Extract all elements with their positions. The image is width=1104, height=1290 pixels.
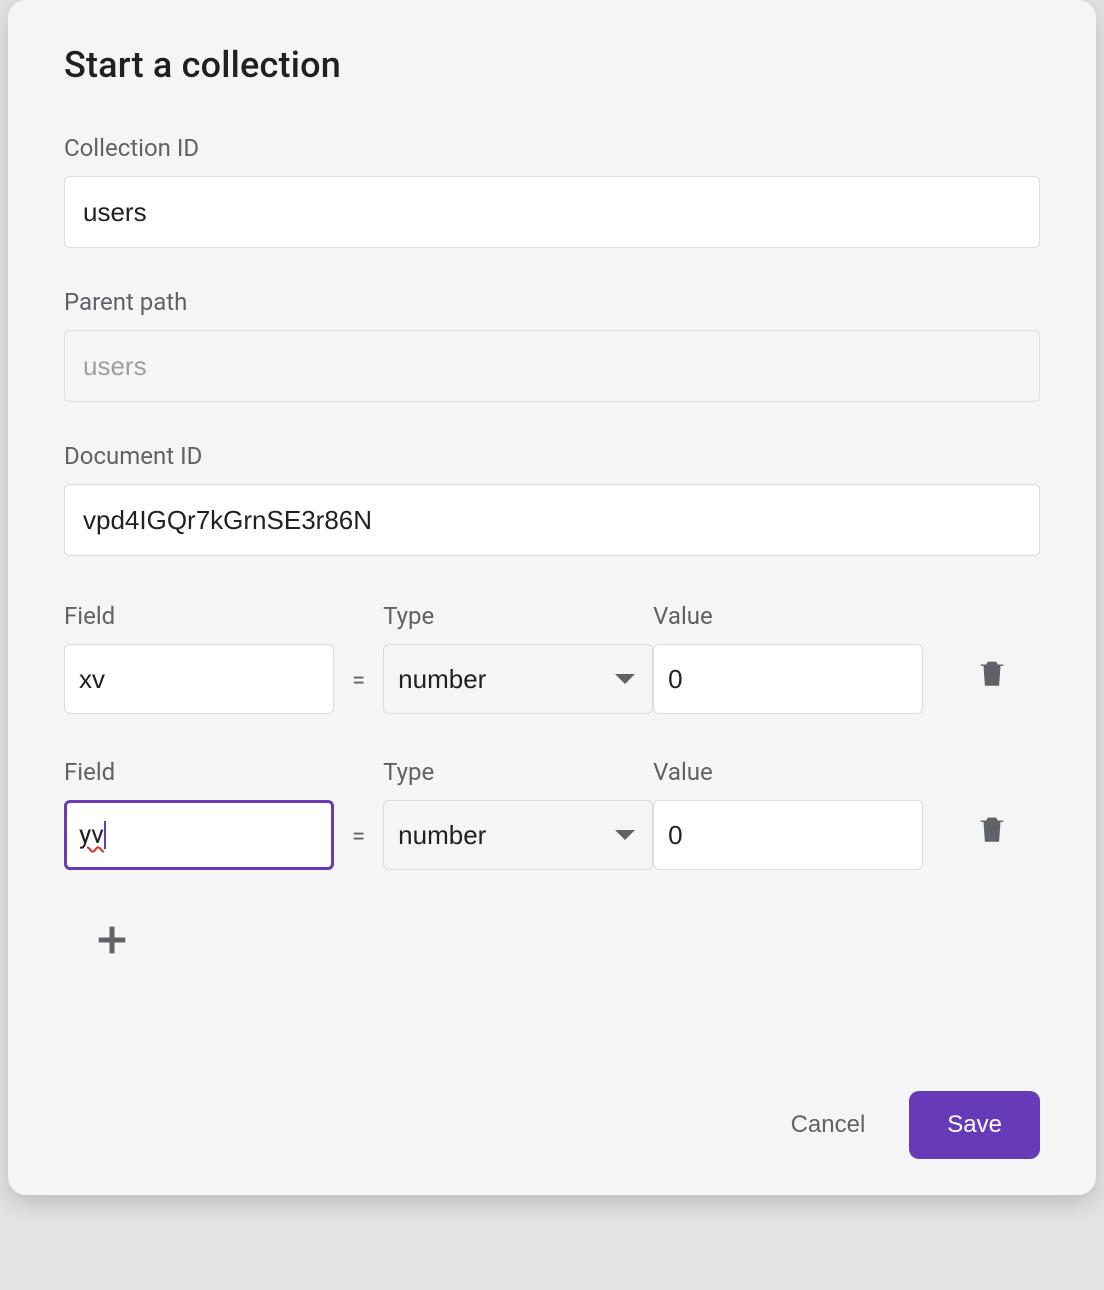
value-label: Value (653, 758, 923, 786)
equals-sign: = (334, 666, 383, 714)
field-value-input[interactable] (653, 800, 923, 870)
trash-icon (975, 654, 1009, 692)
trash-icon (975, 810, 1009, 848)
field-value-col: Value (653, 602, 923, 714)
field-row: Field = Type number Value (64, 602, 1040, 714)
equals-sign: = (334, 822, 383, 870)
parent-path-input (64, 330, 1040, 402)
field-type-select[interactable]: number (383, 644, 653, 714)
start-collection-dialog: Start a collection Collection ID Parent … (8, 0, 1096, 1195)
document-id-label: Document ID (64, 442, 1040, 470)
field-name-col: Field yv (64, 758, 334, 870)
field-name-col: Field (64, 602, 334, 714)
document-id-group: Document ID (64, 442, 1040, 556)
parent-path-label: Parent path (64, 288, 1040, 316)
field-type-select[interactable]: number (383, 800, 653, 870)
document-id-input[interactable] (64, 484, 1040, 556)
dialog-title: Start a collection (64, 44, 1040, 86)
plus-icon (92, 920, 132, 960)
field-value-input[interactable] (653, 644, 923, 714)
add-field-button[interactable] (86, 914, 138, 969)
value-label: Value (653, 602, 923, 630)
save-button[interactable]: Save (909, 1091, 1040, 1159)
add-field-row (64, 914, 1040, 969)
type-label: Type (383, 602, 653, 630)
field-label: Field (64, 602, 334, 630)
field-name-input[interactable] (64, 644, 334, 714)
field-type-col: Type number (383, 758, 653, 870)
parent-path-group: Parent path (64, 288, 1040, 402)
field-name-input[interactable]: yv (64, 800, 334, 870)
dialog-actions: Cancel Save (64, 1091, 1040, 1159)
type-label: Type (383, 758, 653, 786)
field-row: Field yv = Type number Value (64, 758, 1040, 870)
cancel-button[interactable]: Cancel (783, 1099, 874, 1151)
field-label: Field (64, 758, 334, 786)
collection-id-group: Collection ID (64, 134, 1040, 248)
delete-field-button[interactable] (967, 802, 1017, 859)
collection-id-input[interactable] (64, 176, 1040, 248)
field-type-col: Type number (383, 602, 653, 714)
field-value-col: Value (653, 758, 923, 870)
fields-section: Field = Type number Value (64, 602, 1040, 969)
delete-field-button[interactable] (967, 646, 1017, 703)
collection-id-label: Collection ID (64, 134, 1040, 162)
